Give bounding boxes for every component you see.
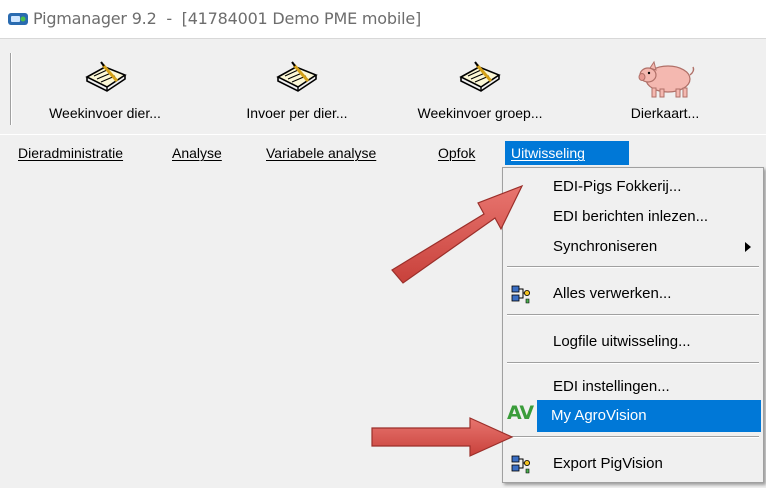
- weekinvoer-groep-button[interactable]: Weekinvoer groep...: [395, 45, 565, 133]
- menu-variabele-analyse[interactable]: Variabele analyse: [260, 141, 382, 165]
- window-title: Pigmanager 9.2 - [41784001 Demo PME mobi…: [33, 9, 422, 28]
- toolbar-button-label: Invoer per dier...: [246, 105, 348, 121]
- book-pen-icon: [276, 61, 318, 92]
- menu-dieradministratie[interactable]: Dieradministratie: [12, 141, 129, 165]
- submenu-arrow-icon: [745, 242, 751, 252]
- menu-separator: [507, 436, 759, 438]
- menu-item-label: Export PigVision: [553, 455, 663, 472]
- menu-separator: [507, 314, 759, 316]
- menu-item-label: Alles verwerken...: [553, 285, 672, 302]
- dierkaart-button[interactable]: Dierkaart...: [600, 45, 730, 133]
- menu-separator: [507, 362, 759, 364]
- toolbar-button-label: Weekinvoer dier...: [49, 105, 161, 121]
- menu-item-label: Logfile uitwisseling...: [553, 333, 691, 350]
- menu-item-label: EDI-Pigs Fokkerij...: [553, 178, 682, 195]
- toolbar-grip[interactable]: [10, 53, 12, 125]
- menu-item-synchroniseren[interactable]: Synchroniseren: [505, 231, 761, 263]
- menu-item-edi-pigs-fokkerij[interactable]: EDI-Pigs Fokkerij...: [505, 171, 761, 203]
- app-icon: [8, 13, 28, 25]
- pig-icon: [638, 60, 695, 98]
- menu-opfok[interactable]: Opfok: [432, 141, 481, 165]
- network-icon: [511, 455, 530, 474]
- title-bar: Pigmanager 9.2 - [41784001 Demo PME mobi…: [0, 0, 766, 38]
- menu-item-export-pigvision[interactable]: Export PigVision: [505, 448, 761, 480]
- book-pen-icon: [85, 61, 127, 92]
- book-pen-icon: [459, 61, 501, 92]
- menu-item-label: Synchroniseren: [553, 238, 658, 255]
- menu-item-edi-instellingen[interactable]: EDI instellingen...: [505, 371, 761, 403]
- agrovision-logo-text: AV: [507, 402, 534, 424]
- menu-uitwisseling[interactable]: Uitwisseling: [505, 141, 629, 165]
- uitwisseling-dropdown: EDI-Pigs Fokkerij... EDI berichten inlez…: [502, 167, 764, 483]
- weekinvoer-dier-button[interactable]: Weekinvoer dier...: [30, 45, 180, 133]
- network-icon: [511, 285, 530, 304]
- menu-analyse[interactable]: Analyse: [166, 141, 228, 165]
- toolbar: Weekinvoer dier... Invoer per dier... We…: [0, 38, 766, 134]
- menu-item-logfile-uitwisseling[interactable]: Logfile uitwisseling...: [505, 326, 761, 358]
- menu-item-edi-berichten-inlezen[interactable]: EDI berichten inlezen...: [505, 201, 761, 233]
- menu-item-alles-verwerken[interactable]: Alles verwerken...: [505, 278, 761, 310]
- toolbar-button-label: Weekinvoer groep...: [417, 105, 543, 121]
- invoer-per-dier-button[interactable]: Invoer per dier...: [222, 45, 372, 133]
- menu-separator: [507, 266, 759, 268]
- agrovision-logo-icon: AV: [507, 400, 534, 426]
- toolbar-button-label: Dierkaart...: [630, 105, 700, 121]
- menu-item-label: EDI berichten inlezen...: [553, 208, 709, 225]
- menu-item-label: My AgroVision: [551, 407, 647, 424]
- menu-item-my-agrovision[interactable]: My AgroVision: [537, 400, 761, 432]
- menu-item-label: EDI instellingen...: [553, 378, 670, 395]
